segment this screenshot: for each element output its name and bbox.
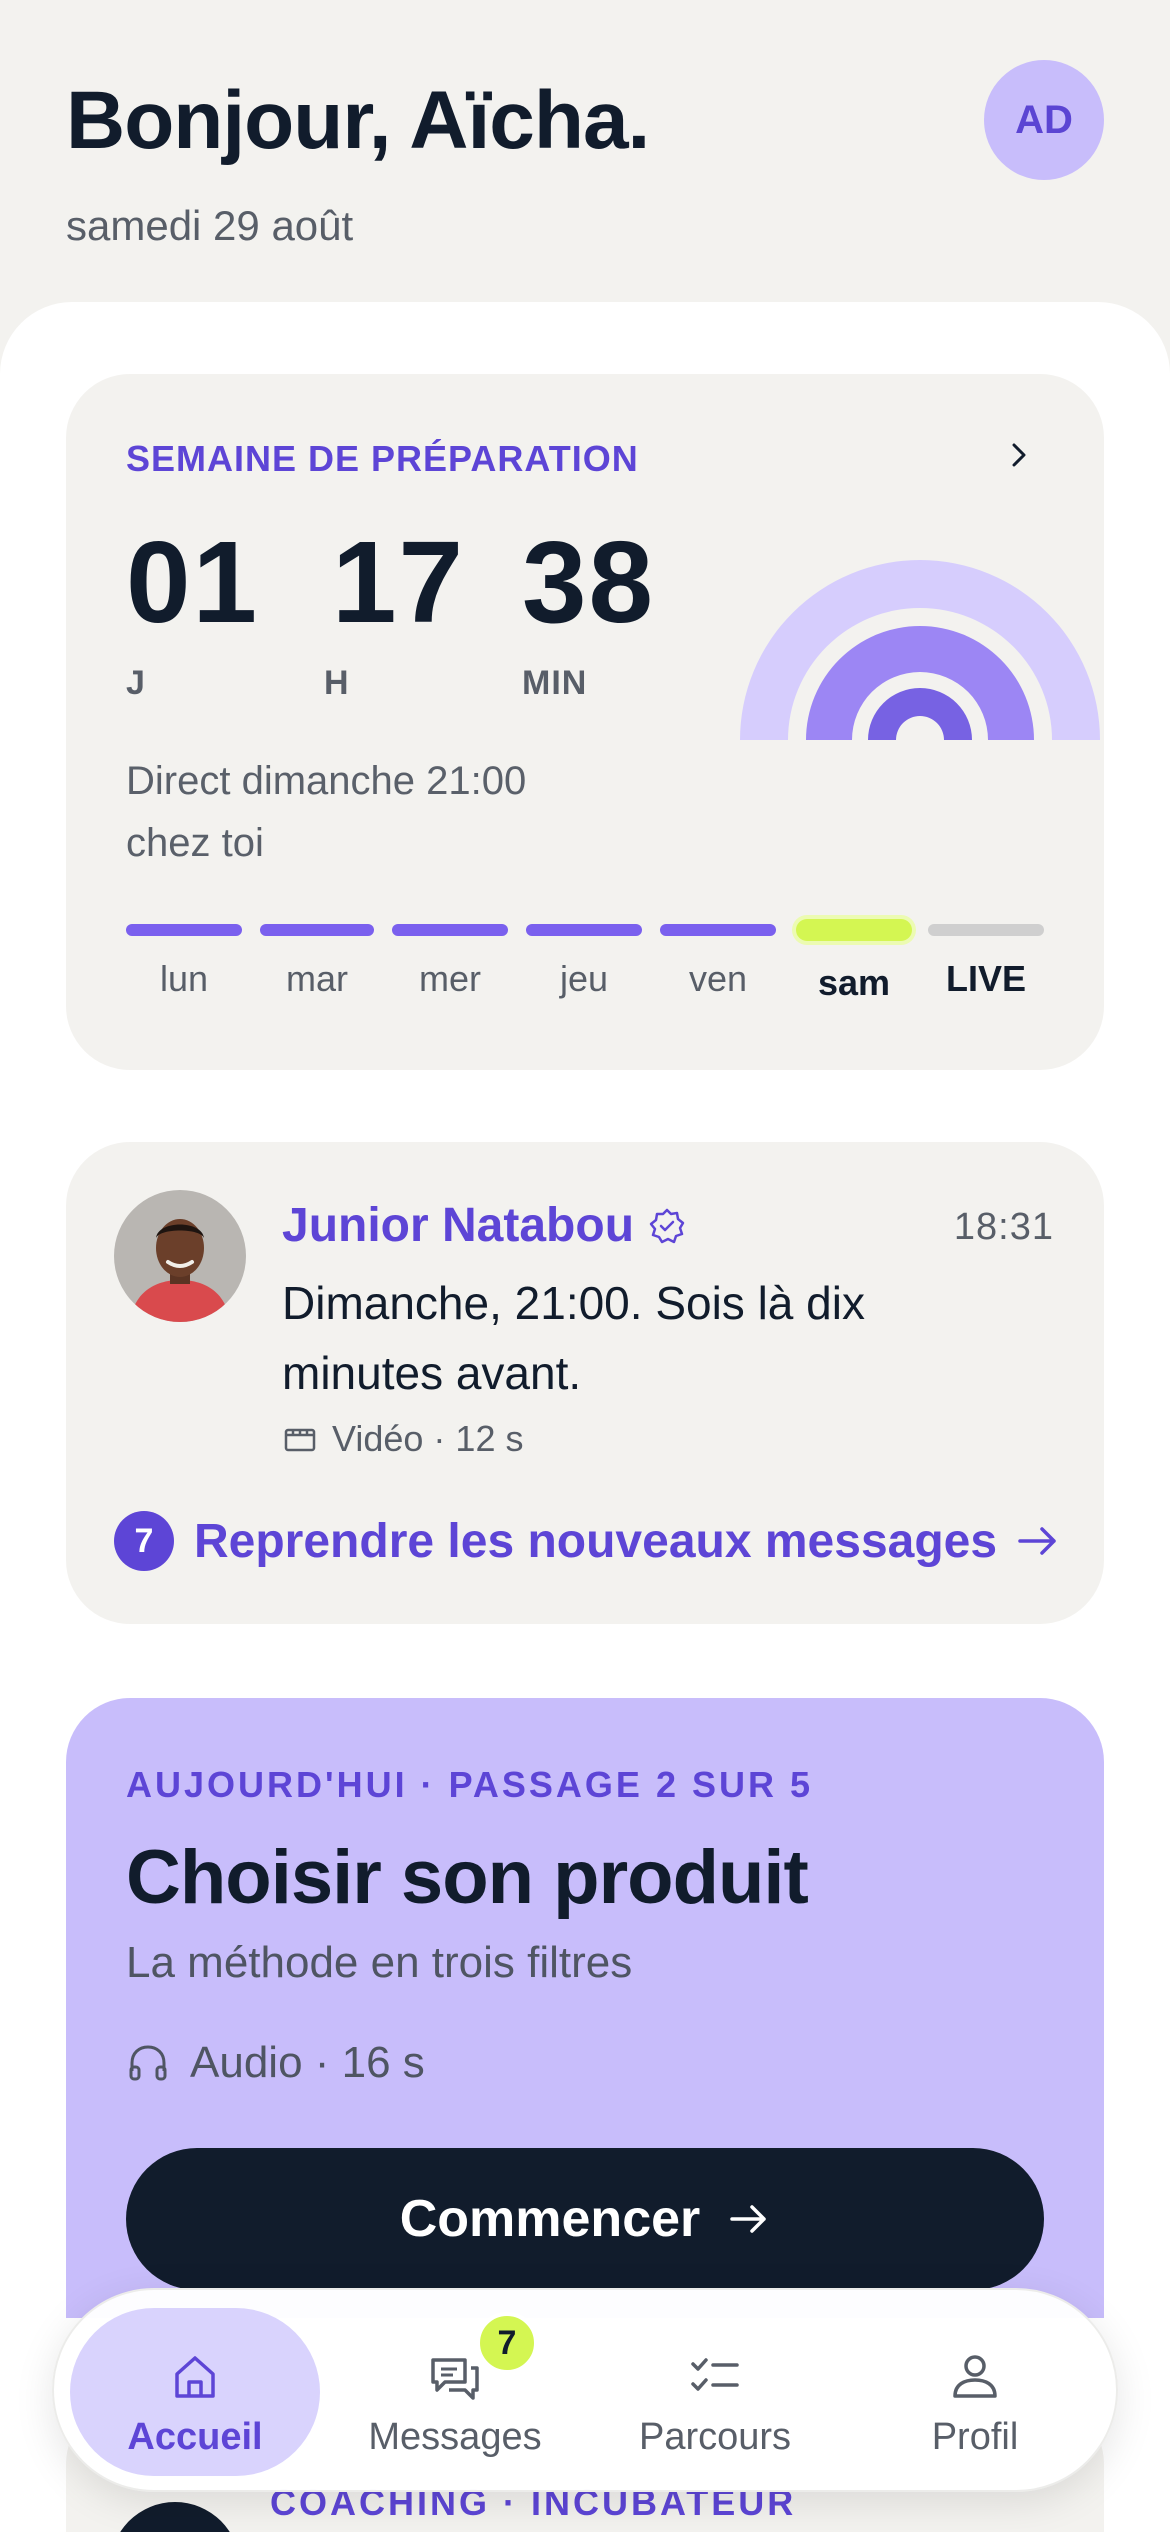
chat-icon [431, 2358, 479, 2400]
checklist-icon [691, 2358, 739, 2391]
countdown-hours: 17 [332, 517, 466, 647]
lesson-title: Choisir son produit [126, 1835, 809, 1920]
week-bar-live [928, 924, 1044, 936]
countdown-hours-unit: H [324, 664, 350, 702]
week-progress: lun mar mer jeu ven sam LIVE [126, 919, 1046, 1014]
lesson-media-label: Audio · 16 s [190, 2038, 425, 2087]
message-time: 18:31 [953, 1206, 1054, 1248]
resume-messages-link[interactable]: 7 Reprendre les nouveaux messages [114, 1506, 1060, 1576]
week-bar-mer [392, 924, 508, 936]
countdown-days-unit: J [126, 664, 146, 702]
week-day-mer: mer [419, 958, 481, 999]
lesson-eyebrow: AUJOURD'HUI · PASSAGE 2 SUR 5 [126, 1764, 813, 1805]
message-sender: Junior Natabou [282, 1198, 686, 1253]
countdown-eyebrow: SEMAINE DE PRÉPARATION [126, 438, 639, 479]
lesson-media: Audio · 16 s [126, 2038, 425, 2088]
week-day-sam: sam [817, 962, 891, 1003]
direct-line-2: chez toi [126, 821, 264, 865]
direct-info: Direct dimanche 21:00 chez toi [126, 750, 646, 874]
home-icon [175, 2356, 215, 2398]
nav-item-messages[interactable]: 7 Messages [330, 2308, 580, 2476]
countdown-minutes: 38 [522, 517, 656, 647]
week-bar-mar [260, 924, 374, 936]
arrow-right-icon [1018, 1527, 1056, 1555]
date-label: samedi 29 août [66, 202, 354, 249]
week-day-jeu: jeu [559, 958, 609, 999]
week-bar-lun [126, 924, 242, 936]
chevron-right-icon[interactable] [1004, 440, 1034, 470]
week-bar-ven [660, 924, 776, 936]
nav-item-profil[interactable]: Profil [850, 2308, 1100, 2476]
nav-item-parcours[interactable]: Parcours [590, 2308, 840, 2476]
start-button-label: Commencer [399, 2190, 701, 2248]
nav-label-messages: Messages [368, 2416, 542, 2458]
message-card[interactable]: Junior Natabou 18:31 Dimanche, 21:00. So… [66, 1142, 1104, 1624]
bottom-nav: Accueil 7 Messages Parcours Profil [52, 2288, 1118, 2492]
nav-label-profil: Profil [931, 2416, 1019, 2458]
week-day-lun: lun [159, 958, 209, 999]
week-day-live: LIVE [945, 958, 1026, 999]
new-messages-count: 7 [114, 1511, 174, 1571]
message-media: Vidéo · 12 s [282, 1418, 523, 1460]
week-bar-sam [796, 919, 912, 941]
headphones-icon [129, 2045, 167, 2081]
start-button[interactable]: Commencer [126, 2148, 1044, 2290]
countdown-minutes-unit: MIN [522, 664, 588, 702]
messages-badge: 7 [476, 2312, 538, 2374]
nav-label-accueil: Accueil [127, 2416, 263, 2458]
week-day-mar: mar [286, 958, 348, 999]
message-text: Dimanche, 21:00. Sois là dix minutes ava… [282, 1277, 865, 1399]
direct-line-1: Direct dimanche 21:00 [126, 759, 527, 803]
countdown-card[interactable]: SEMAINE DE PRÉPARATION 01 17 38 J H MIN … [66, 374, 1104, 1070]
header: Bonjour, Aïcha. samedi 29 août AD [66, 60, 1104, 260]
sender-name: Junior Natabou [282, 1199, 635, 1252]
lesson-subtitle: La méthode en trois filtres [126, 1938, 633, 1987]
week-day-ven: ven [688, 958, 748, 999]
progress-rings-graphic [740, 560, 1100, 740]
nav-label-parcours: Parcours [638, 2416, 792, 2458]
avatar[interactable]: AD [984, 60, 1104, 180]
coaching-avatar [110, 2502, 240, 2532]
arrow-right-icon [730, 2205, 767, 2233]
countdown-days: 01 [126, 517, 260, 647]
video-icon [284, 1428, 316, 1452]
week-bar-jeu [526, 924, 642, 936]
resume-messages-label: Reprendre les nouveaux messages [194, 1514, 998, 1568]
greeting: Bonjour, Aïcha. [66, 75, 650, 166]
message-media-label: Vidéo · 12 s [332, 1418, 524, 1459]
verified-badge-icon [649, 1208, 685, 1243]
person-icon [953, 2355, 997, 2398]
nav-item-accueil[interactable]: Accueil [70, 2308, 320, 2476]
lesson-card: AUJOURD'HUI · PASSAGE 2 SUR 5 Choisir so… [66, 1698, 1104, 2318]
sender-avatar [114, 1190, 246, 1322]
